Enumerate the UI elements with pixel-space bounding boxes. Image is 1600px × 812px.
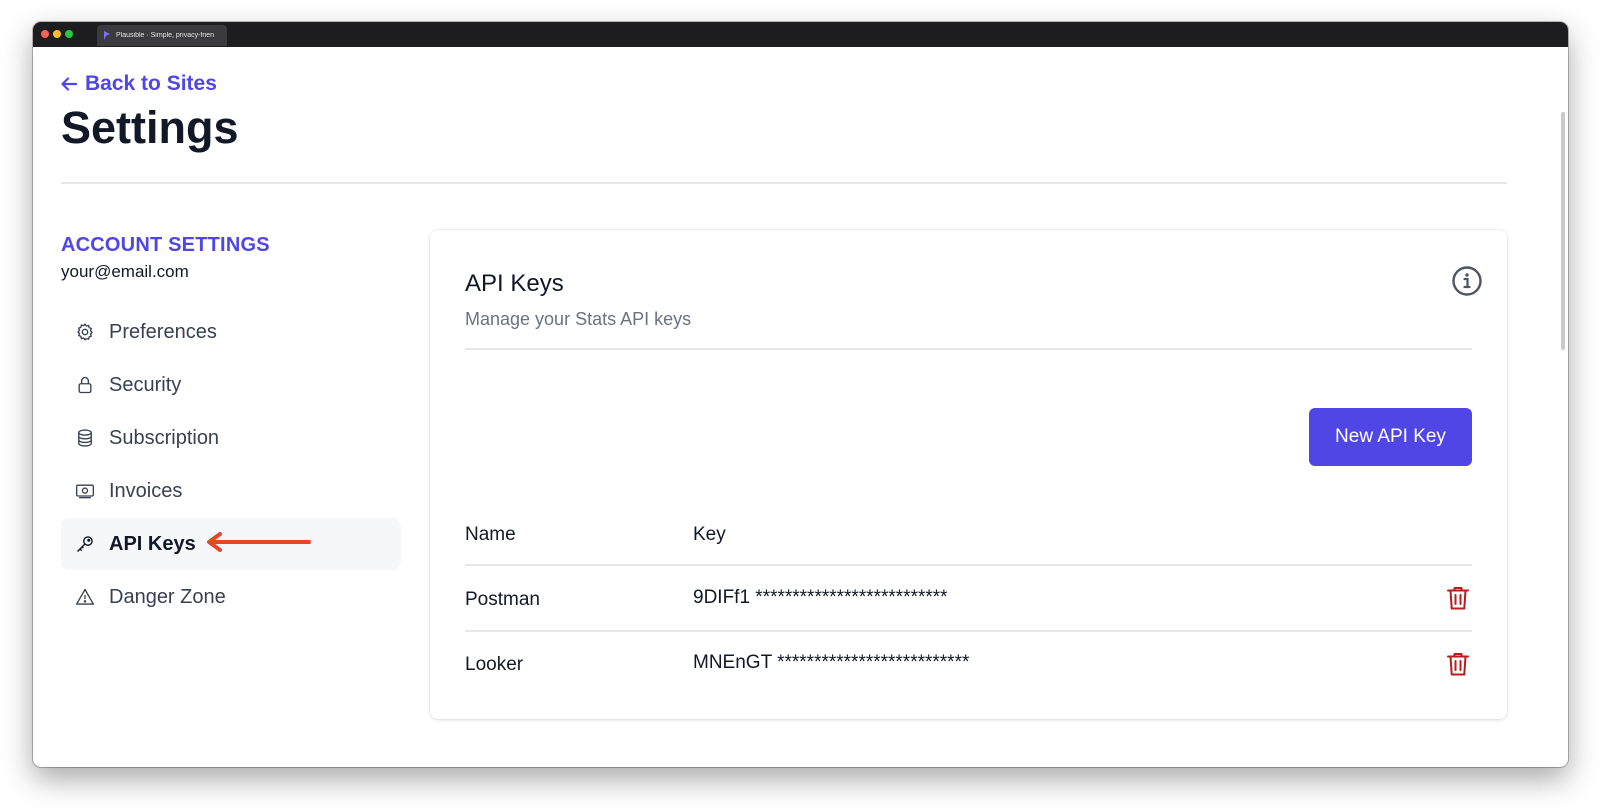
key-value-cell: 9DIFf1 **************************	[693, 587, 948, 608]
tab-title: Plausible · Simple, privacy-frien	[116, 32, 215, 39]
trash-icon[interactable]	[1446, 651, 1470, 677]
scrollbar[interactable]	[1561, 112, 1565, 350]
card-divider	[465, 348, 1472, 350]
sidebar-item-security[interactable]: Security	[61, 359, 401, 411]
api-keys-card: API Keys Manage your Stats API keys New …	[430, 230, 1507, 719]
browser-window: Plausible · Simple, privacy-frien Back t…	[33, 22, 1568, 767]
card-subtitle: Manage your Stats API keys	[465, 309, 692, 329]
new-api-key-button[interactable]: New API Key	[1309, 408, 1472, 466]
maximize-window-button[interactable]	[65, 30, 73, 38]
sidebar-item-preferences[interactable]: Preferences	[61, 306, 401, 358]
sidebar-item-label: Security	[109, 373, 182, 396]
settings-nav: Preferences Security Subscription Invoic…	[61, 306, 401, 624]
sidebar-item-subscription[interactable]: Subscription	[61, 412, 401, 464]
sidebar-item-label: Invoices	[109, 479, 183, 502]
database-icon	[78, 429, 92, 447]
sidebar-item-label: Subscription	[109, 426, 220, 449]
header-divider	[61, 182, 1507, 184]
key-name-cell: Looker	[465, 654, 524, 675]
account-settings-heading: ACCOUNT SETTINGS	[61, 234, 270, 256]
info-icon[interactable]	[1451, 265, 1483, 297]
row-divider	[465, 630, 1472, 632]
back-to-sites-link[interactable]: Back to Sites	[61, 72, 217, 96]
page-title: Settings	[61, 102, 239, 153]
account-email: your@email.com	[61, 262, 189, 281]
column-header-key: Key	[693, 524, 726, 545]
lock-icon	[78, 376, 92, 394]
title-bar: Plausible · Simple, privacy-frien	[33, 22, 1568, 47]
card-title: API Keys	[465, 270, 564, 297]
sidebar-item-label: Danger Zone	[109, 585, 226, 608]
gear-icon	[77, 323, 93, 341]
column-header-name: Name	[465, 524, 516, 545]
trash-icon[interactable]	[1446, 585, 1470, 611]
annotation-arrow-left-icon	[207, 532, 311, 552]
sidebar-item-label: API Keys	[109, 532, 196, 555]
sidebar-item-label: Preferences	[109, 320, 217, 343]
table-header-divider	[465, 564, 1472, 566]
key-name-cell: Postman	[465, 589, 540, 610]
back-to-sites-label: Back to Sites	[85, 72, 217, 95]
sidebar-item-danger-zone[interactable]: Danger Zone	[61, 571, 401, 623]
minimize-window-button[interactable]	[53, 30, 61, 38]
browser-tab[interactable]: Plausible · Simple, privacy-frien	[97, 25, 227, 46]
warning-icon	[76, 588, 95, 605]
key-value-cell: MNEnGT **************************	[693, 652, 970, 673]
sidebar-item-invoices[interactable]: Invoices	[61, 465, 401, 517]
plausible-logo-icon	[104, 31, 110, 40]
banknote-icon	[76, 484, 94, 499]
close-window-button[interactable]	[41, 30, 49, 38]
key-icon	[76, 536, 93, 553]
arrow-left-icon	[61, 77, 77, 91]
